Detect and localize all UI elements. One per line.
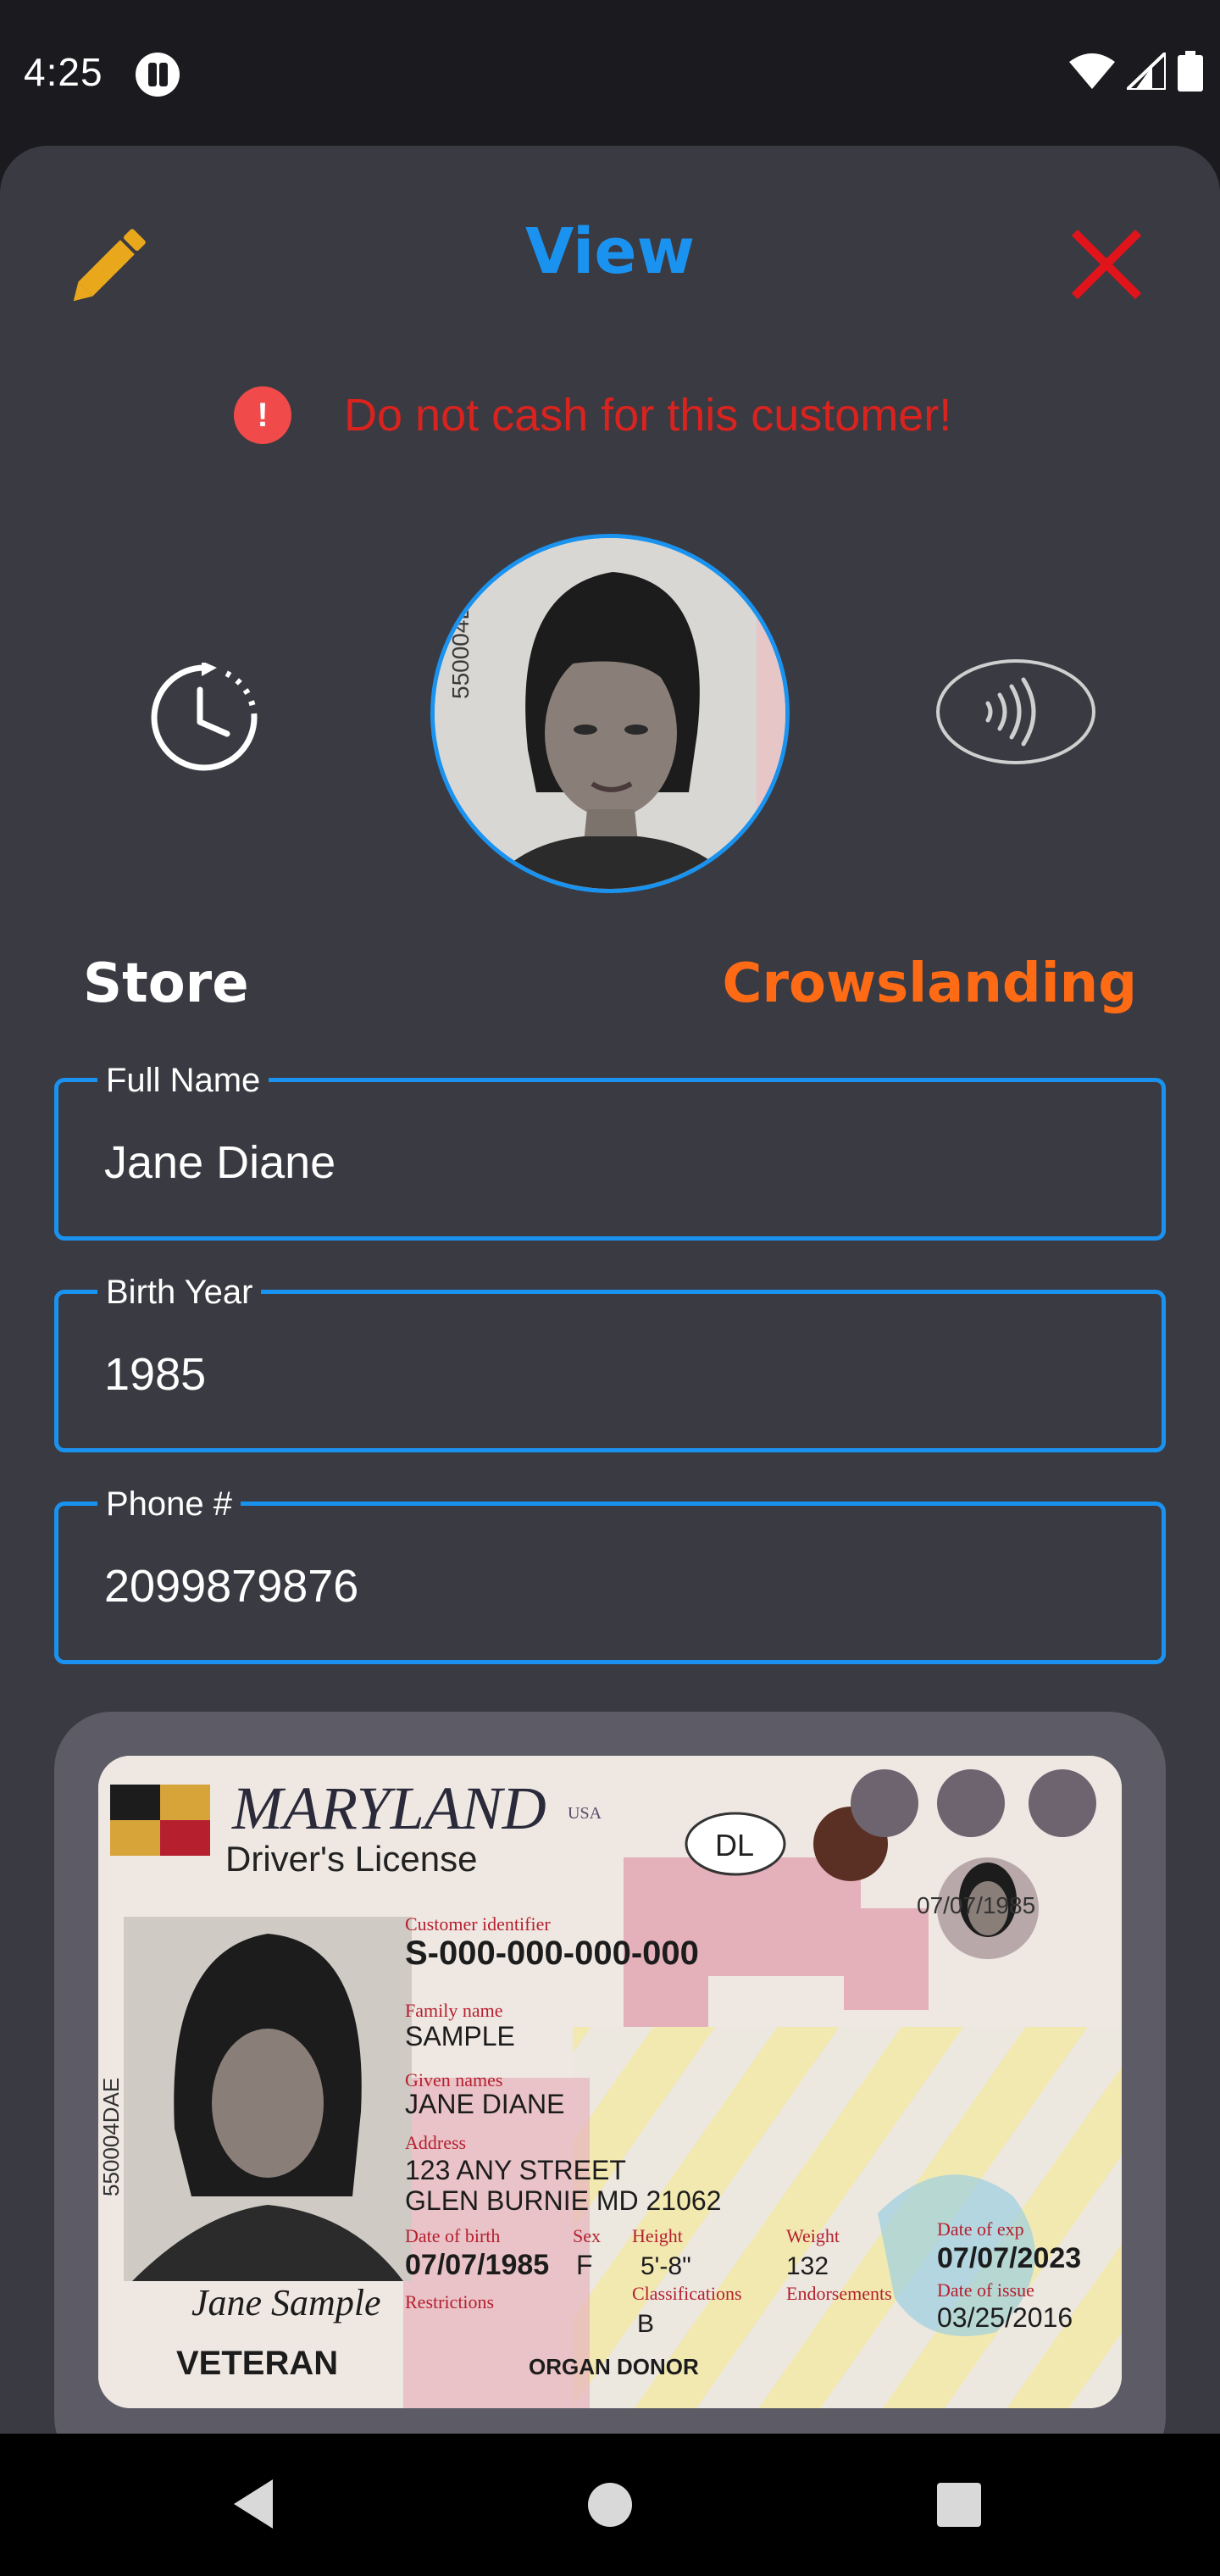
nav-recents-icon[interactable] [937, 2483, 981, 2527]
drivers-license-graphic: MARYLAND USA Driver's License DL 07/07/1… [98, 1756, 1122, 2408]
nfc-contactless-icon[interactable] [935, 658, 1096, 766]
page-title: View [525, 215, 695, 288]
card-classification: B [637, 2310, 654, 2338]
card-classifications-label: Classifications [632, 2283, 742, 2304]
svg-text:550004DAE: 550004DAE [447, 571, 474, 699]
birth-year-field[interactable]: Birth Year 1985 [54, 1272, 1166, 1452]
phone-value[interactable]: 2099879876 [104, 1560, 358, 1613]
status-bar: 4:25 [0, 0, 1220, 146]
card-class-badge: DL [715, 1828, 754, 1863]
store-label: Store [83, 952, 249, 1015]
card-given-names: JANE DIANE [405, 2089, 564, 2119]
card-weight: 132 [786, 2252, 829, 2280]
card-restrictions-label: Restrictions [405, 2291, 494, 2312]
card-height-label: Height [632, 2225, 683, 2246]
full-name-label: Full Name [97, 1060, 269, 1101]
app-notification-icon [136, 53, 180, 97]
close-icon[interactable] [1069, 227, 1144, 302]
card-issue: 03/25/2016 [937, 2302, 1073, 2333]
card-family-name-label: Family name [405, 2000, 502, 2021]
card-customer-id: S-000-000-000-000 [405, 1935, 699, 1972]
card-doc-type: Driver's License [225, 1839, 477, 1879]
nav-back-icon[interactable] [229, 2476, 280, 2532]
card-issue-label: Date of issue [937, 2279, 1034, 2301]
id-card-container: MARYLAND USA Driver's License DL 07/07/1… [54, 1712, 1166, 2434]
card-organ-donor: ORGAN DONOR [529, 2354, 699, 2379]
card-customer-id-label: Customer identifier [405, 1913, 551, 1935]
customer-portrait-image: 550004DAE [435, 538, 785, 889]
phone-label: Phone # [97, 1484, 241, 1524]
customer-photo[interactable]: 550004DAE [430, 534, 790, 893]
wifi-icon [1069, 53, 1115, 89]
card-height: 5'-8" [640, 2252, 691, 2280]
card-signature: Jane Sample [191, 2282, 381, 2323]
card-endorsements-label: Endorsements [786, 2283, 892, 2304]
nav-home-icon[interactable] [588, 2483, 632, 2527]
alert-message: Do not cash for this customer! [344, 390, 952, 441]
card-given-names-label: Given names [405, 2069, 502, 2090]
card-dob-label: Date of birth [405, 2225, 500, 2246]
card-exp-label: Date of exp [937, 2218, 1024, 2240]
status-time: 4:25 [24, 50, 103, 94]
signal-icon [1127, 53, 1166, 90]
alert-icon: ! [234, 386, 291, 444]
warning-alert: ! Do not cash for this customer! [234, 386, 951, 444]
card-address-line1: 123 ANY STREET [405, 2155, 626, 2185]
full-name-value[interactable]: Jane Diane [104, 1136, 336, 1189]
card-veteran: VETERAN [176, 2345, 338, 2382]
id-card-image[interactable]: MARYLAND USA Driver's License DL 07/07/1… [98, 1756, 1122, 2408]
battery-icon [1178, 51, 1203, 92]
card-address-line2: GLEN BURNIE MD 21062 [405, 2185, 721, 2216]
phone-field[interactable]: Phone # 2099879876 [54, 1484, 1166, 1664]
system-navigation-bar [0, 2434, 1220, 2576]
birth-year-label: Birth Year [97, 1272, 262, 1313]
card-sex: F [576, 2250, 593, 2280]
card-sex-label: Sex [573, 2225, 601, 2246]
card-exp: 07/07/2023 [937, 2242, 1081, 2274]
status-indicators [1069, 51, 1203, 92]
store-value: Crowslanding [722, 952, 1137, 1015]
card-address-label: Address [405, 2132, 466, 2153]
card-dob: 07/07/1985 [405, 2249, 549, 2281]
card-state-abbr: USA [568, 1804, 602, 1823]
card-mini-dob: 07/07/1985 [917, 1892, 1035, 1918]
card-family-name: SAMPLE [405, 2021, 515, 2051]
full-name-field[interactable]: Full Name Jane Diane [54, 1060, 1166, 1241]
customer-view-sheet: View ! Do not cash for this customer! 55… [0, 146, 1220, 2434]
birth-year-value[interactable]: 1985 [104, 1348, 206, 1401]
card-state: MARYLAND [231, 1774, 546, 1842]
history-clock-icon[interactable] [149, 663, 259, 773]
card-side-number: 550004DAE [98, 2078, 124, 2196]
card-weight-label: Weight [786, 2225, 840, 2246]
